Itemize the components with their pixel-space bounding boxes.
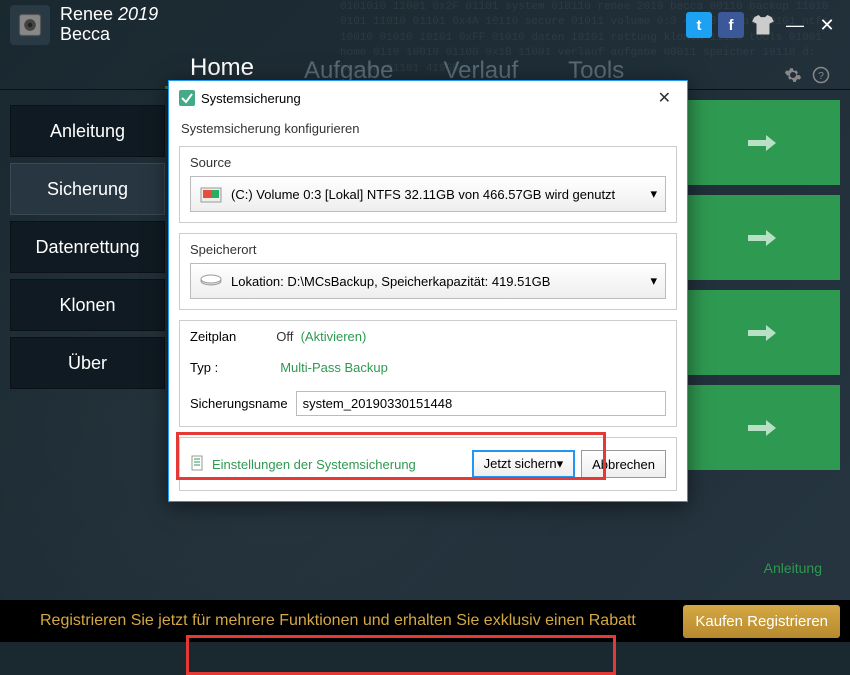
gear-icon[interactable] xyxy=(784,66,802,89)
tshirt-icon[interactable] xyxy=(750,15,776,35)
action-button-4[interactable] xyxy=(685,385,840,470)
dialog-subtitle: Systemsicherung konfigurieren xyxy=(169,115,687,146)
sidebar-item-ueber[interactable]: Über xyxy=(10,337,165,389)
facebook-icon[interactable]: f xyxy=(718,12,744,38)
close-button[interactable]: ✕ xyxy=(814,12,840,38)
dialog-close-button[interactable]: ✕ xyxy=(652,88,677,108)
buy-register-button[interactable]: Kaufen Registrieren xyxy=(683,605,840,638)
action-panel xyxy=(685,100,840,480)
svg-text:?: ? xyxy=(818,70,824,82)
system-backup-dialog: Systemsicherung ✕ Systemsicherung konfig… xyxy=(168,80,688,502)
anleitung-link[interactable]: Anleitung xyxy=(764,560,832,576)
backup-name-label: Sicherungsname xyxy=(190,396,288,411)
system-backup-settings-link[interactable]: Einstellungen der Systemsicherung xyxy=(190,455,416,474)
titlebar: Renee 2019 Becca t f — ✕ xyxy=(0,0,850,50)
twitter-icon[interactable]: t xyxy=(686,12,712,38)
backup-now-button[interactable]: Jetzt sichern▾ xyxy=(472,450,576,478)
promo-text: Registrieren Sie jetzt für mehrere Funkt… xyxy=(40,612,636,630)
sidebar-item-datenrettung[interactable]: Datenrettung xyxy=(10,221,165,273)
schedule-off: Off xyxy=(276,329,293,344)
destination-section: Speicherort Lokation: D:\MCsBackup, Spei… xyxy=(179,233,677,310)
app-title: Renee 2019 Becca xyxy=(60,5,158,45)
action-button-1[interactable] xyxy=(685,100,840,185)
destination-value: Lokation: D:\MCsBackup, Speicherkapazitä… xyxy=(231,274,550,289)
source-section: Source (C:) Volume 0:3 [Lokal] NTFS 32.1… xyxy=(179,146,677,223)
destination-dropdown[interactable]: Lokation: D:\MCsBackup, Speicherkapazitä… xyxy=(190,263,666,299)
dialog-title: Systemsicherung xyxy=(201,91,301,106)
help-icon[interactable]: ? xyxy=(812,66,830,89)
safe-logo-icon xyxy=(10,5,50,45)
caret-down-icon: ▾ xyxy=(650,273,657,289)
schedule-type-section: Zeitplan Off (Aktivieren) Typ : Multi-Pa… xyxy=(179,320,677,427)
type-value-link[interactable]: Multi-Pass Backup xyxy=(280,360,388,375)
sidebar-item-klonen[interactable]: Klonen xyxy=(10,279,165,331)
sidebar-item-sicherung[interactable]: Sicherung xyxy=(10,163,165,215)
source-value: (C:) Volume 0:3 [Lokal] NTFS 32.11GB von… xyxy=(231,187,615,202)
sidebar-item-anleitung[interactable]: Anleitung xyxy=(10,105,165,157)
caret-down-icon: ▾ xyxy=(650,186,657,202)
schedule-label: Zeitplan xyxy=(190,329,236,344)
schedule-activate-link[interactable]: (Aktivieren) xyxy=(301,329,367,344)
source-dropdown[interactable]: (C:) Volume 0:3 [Lokal] NTFS 32.11GB von… xyxy=(190,176,666,212)
windows-drive-icon xyxy=(199,182,223,206)
backup-name-input[interactable] xyxy=(296,391,666,416)
dialog-titlebar: Systemsicherung ✕ xyxy=(169,81,687,115)
promo-bar: Registrieren Sie jetzt für mehrere Funkt… xyxy=(0,600,850,642)
source-label: Source xyxy=(180,147,676,176)
type-label: Typ : xyxy=(190,360,218,375)
action-button-2[interactable] xyxy=(685,195,840,280)
dialog-icon xyxy=(179,90,195,106)
dialog-footer: Einstellungen der Systemsicherung Jetzt … xyxy=(179,437,677,491)
sidebar: Anleitung Sicherung Datenrettung Klonen … xyxy=(10,105,165,395)
action-button-3[interactable] xyxy=(685,290,840,375)
destination-label: Speicherort xyxy=(180,234,676,263)
settings-doc-icon xyxy=(190,455,206,474)
cancel-button[interactable]: Abbrechen xyxy=(581,450,666,478)
minimize-button[interactable]: — xyxy=(782,12,808,38)
disk-icon xyxy=(199,269,223,293)
